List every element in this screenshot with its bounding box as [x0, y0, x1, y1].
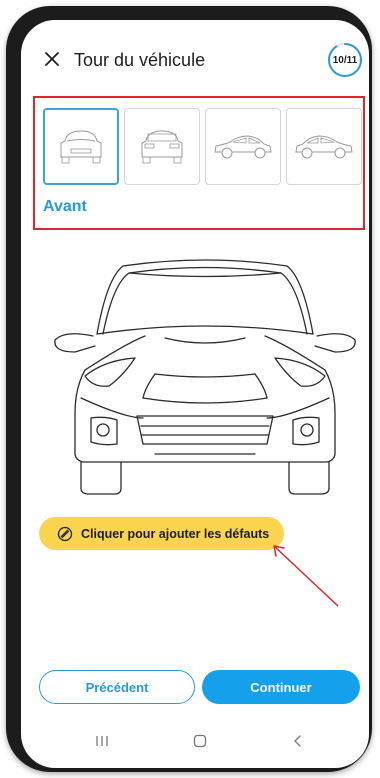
car-side-icon	[214, 134, 272, 158]
close-button[interactable]	[41, 48, 63, 70]
thumb-right-side[interactable]	[286, 108, 362, 185]
car-rear-icon	[141, 129, 183, 163]
add-defects-button[interactable]: Cliquer pour ajouter les défauts	[39, 517, 284, 550]
screen: Tour du véhicule 10/11 Avant Cliquer pou…	[21, 20, 369, 768]
car-front-icon	[60, 129, 102, 163]
annotation-arrow	[273, 545, 339, 607]
add-defects-label: Cliquer pour ajouter les défauts	[81, 526, 270, 541]
close-icon	[45, 52, 59, 66]
previous-button[interactable]: Précédent	[39, 670, 195, 704]
continue-button[interactable]: Continuer	[202, 670, 360, 704]
page-title: Tour du véhicule	[74, 50, 206, 70]
phone-frame: Tour du véhicule 10/11 Avant Cliquer pou…	[6, 6, 372, 772]
thumb-front[interactable]	[43, 108, 119, 185]
back-button[interactable]	[283, 730, 313, 752]
recent-apps-icon	[96, 736, 108, 746]
thumb-rear[interactable]	[124, 108, 200, 185]
header: Tour du véhicule 10/11	[21, 42, 369, 78]
system-navbar	[21, 726, 369, 756]
view-selector: Avant	[33, 96, 365, 230]
home-button[interactable]	[185, 730, 215, 752]
current-view-label: Avant	[43, 198, 87, 215]
car-front-drawing[interactable]	[45, 248, 365, 503]
thumb-left-side[interactable]	[205, 108, 281, 185]
home-icon	[193, 734, 207, 748]
progress-indicator: 10/11	[327, 42, 363, 78]
pencil-circle-icon	[57, 526, 73, 541]
progress-text: 10/11	[332, 54, 358, 66]
back-icon	[294, 735, 301, 747]
car-side-icon	[295, 134, 353, 158]
phone-side-button	[8, 186, 14, 281]
recent-apps-button[interactable]	[87, 730, 117, 752]
